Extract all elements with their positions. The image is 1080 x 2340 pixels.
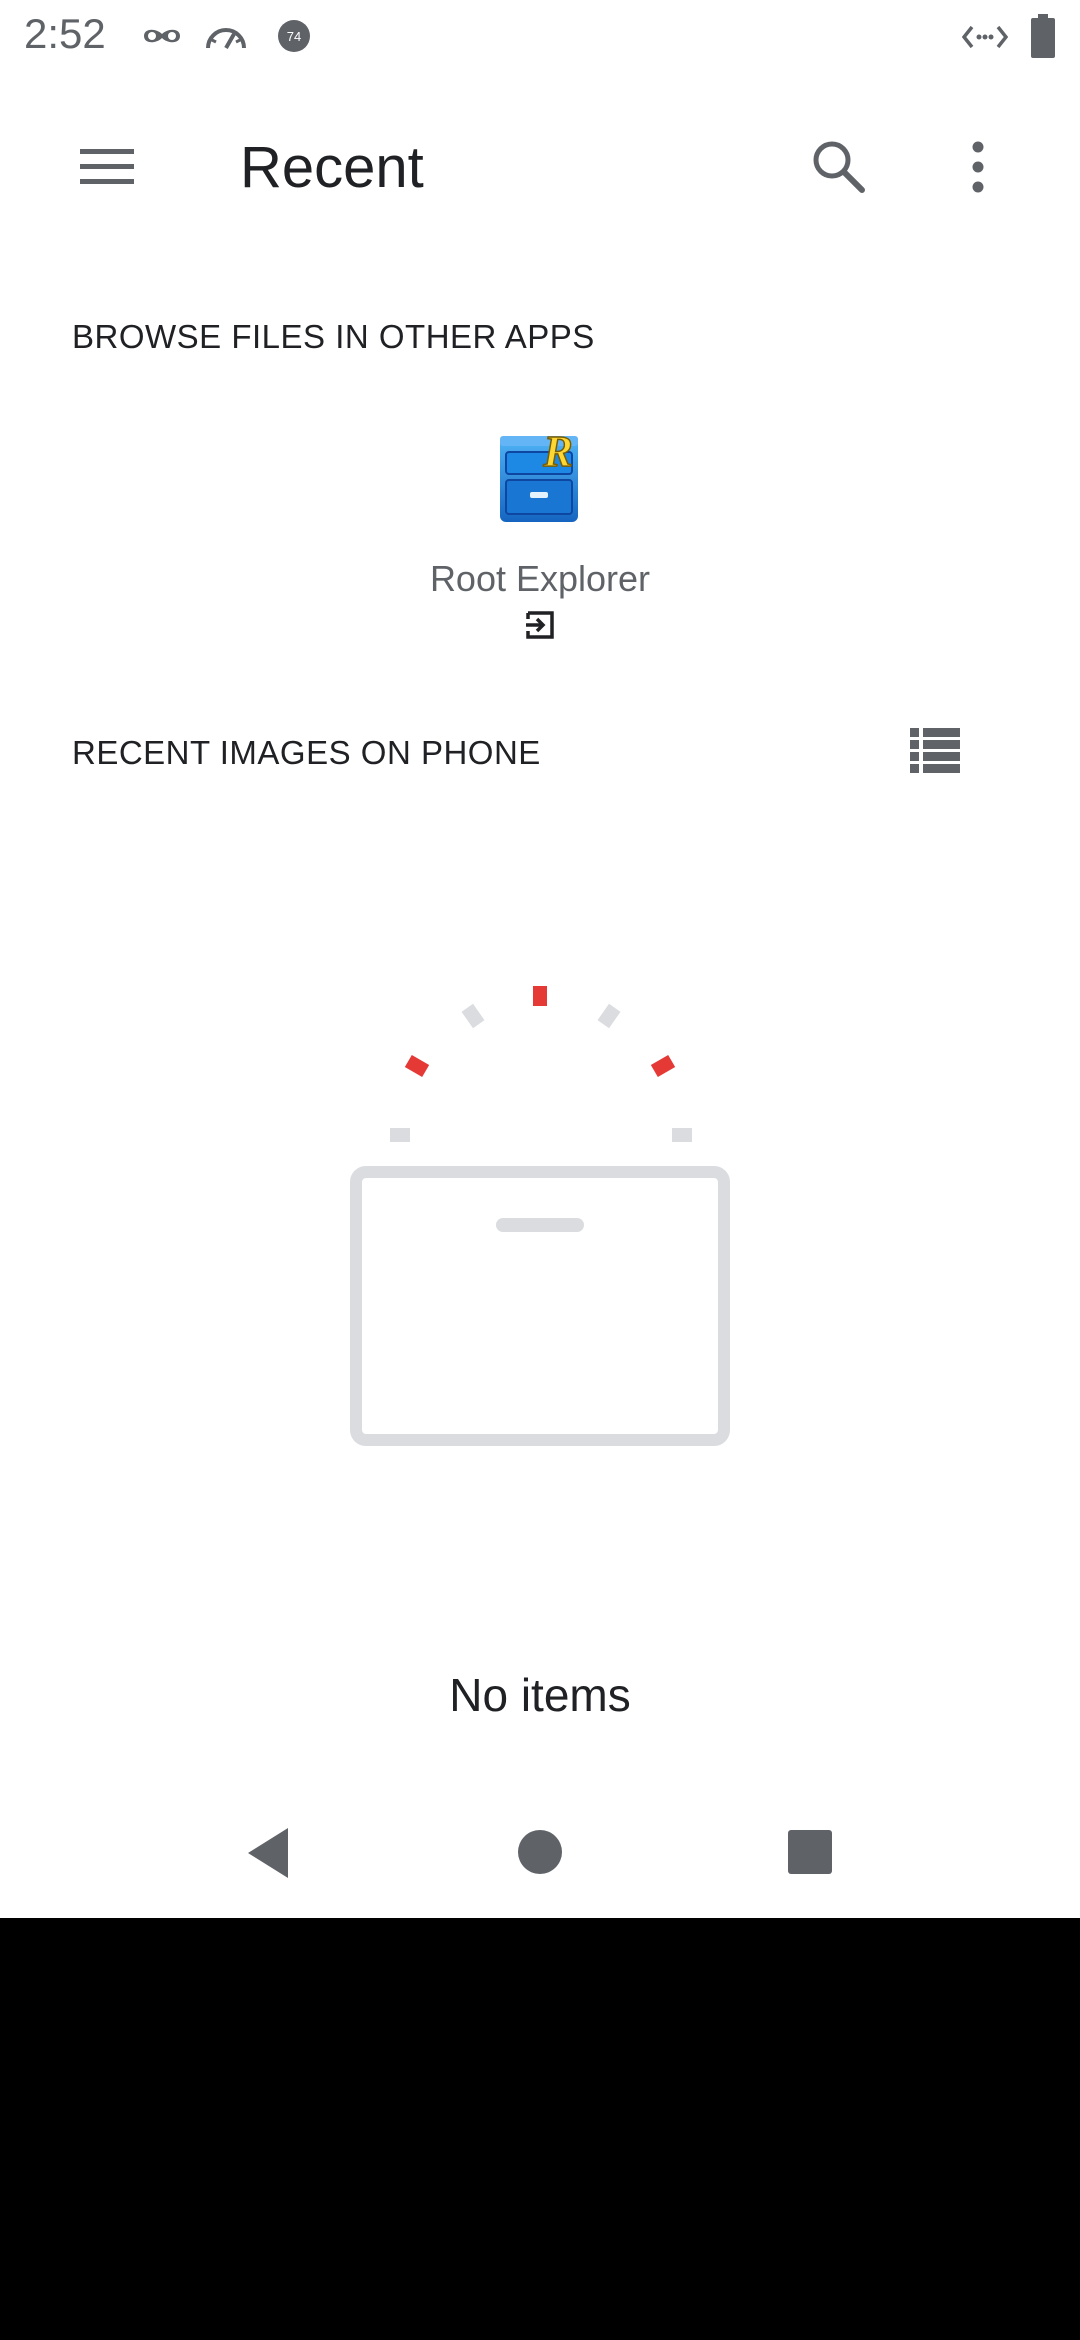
root-explorer-app-icon: R bbox=[500, 426, 578, 522]
sparkle-dash bbox=[461, 1003, 485, 1029]
page-title: Recent bbox=[240, 135, 424, 200]
more-vert-icon[interactable] bbox=[966, 140, 990, 194]
empty-box-illustration bbox=[350, 986, 730, 1446]
sparkle-dash bbox=[650, 1054, 676, 1078]
system-nav-bar bbox=[0, 1800, 1080, 1918]
box-handle bbox=[496, 1218, 584, 1232]
open-in-app-icon[interactable] bbox=[524, 610, 556, 640]
back-triangle-icon[interactable] bbox=[244, 1826, 292, 1880]
notification-badge-icon: 74 bbox=[278, 20, 310, 52]
sparkle-dash bbox=[672, 1128, 692, 1142]
sparkle-dash bbox=[533, 986, 547, 1006]
svg-text:R: R bbox=[542, 427, 572, 476]
app-tile-root-explorer[interactable]: R Root Explorer bbox=[400, 420, 680, 650]
status-bar: 2:52 74 bbox=[0, 0, 1080, 72]
top-app-bar: Recent bbox=[0, 100, 1080, 240]
hamburger-menu-icon[interactable] bbox=[78, 146, 136, 188]
status-time: 2:52 bbox=[24, 10, 106, 57]
app-screen: 2:52 74 Recent BROWSE FILES IN OTHER APP… bbox=[0, 0, 1080, 1918]
badge-number: 74 bbox=[287, 29, 301, 44]
empty-box bbox=[350, 1166, 730, 1446]
list-view-icon[interactable] bbox=[908, 726, 962, 774]
recents-square-icon[interactable] bbox=[786, 1828, 834, 1876]
sparkle-dash bbox=[390, 1128, 410, 1142]
browse-section-header: BROWSE FILES IN OTHER APPS bbox=[72, 318, 595, 355]
images-section-header: RECENT IMAGES ON PHONE bbox=[72, 734, 541, 771]
sparkle-dash bbox=[404, 1054, 430, 1078]
sparkle-dash bbox=[597, 1003, 621, 1029]
empty-state-text: No items bbox=[449, 1669, 631, 1721]
incognito-icon bbox=[144, 29, 180, 43]
search-icon[interactable] bbox=[810, 138, 868, 196]
data-arrows-icon bbox=[962, 25, 1008, 49]
app-label: Root Explorer bbox=[429, 558, 651, 599]
battery-icon bbox=[1031, 14, 1055, 58]
home-circle-icon[interactable] bbox=[516, 1828, 564, 1876]
speedometer-icon bbox=[206, 28, 246, 49]
